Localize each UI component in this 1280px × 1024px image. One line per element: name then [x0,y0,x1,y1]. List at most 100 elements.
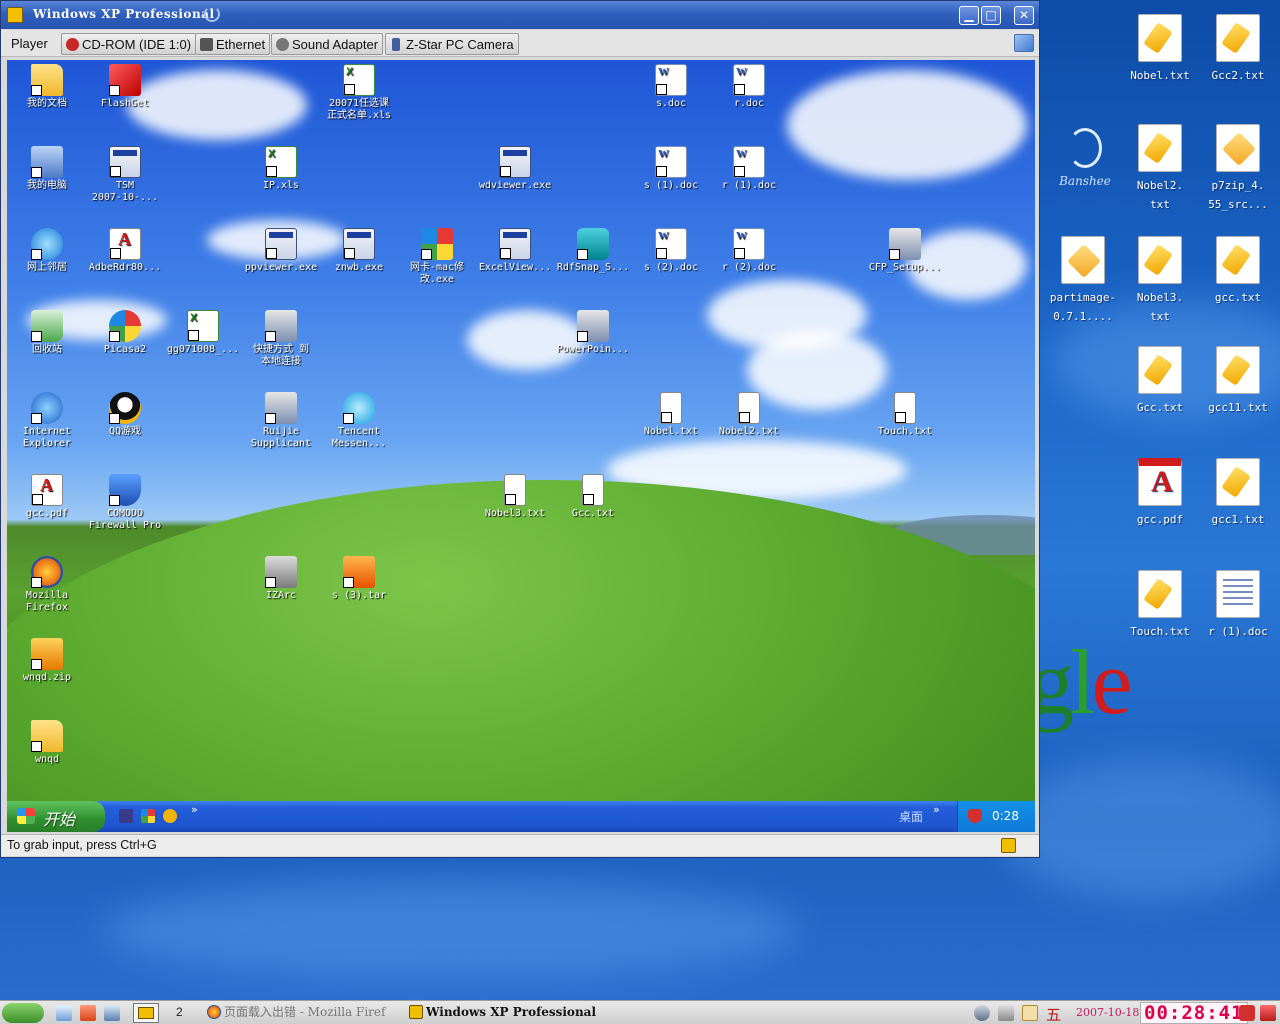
guest-desktop-icon[interactable]: ppviewer.exe [241,228,321,274]
vmware-icon [409,1005,423,1019]
guest-desktop-icon[interactable]: Mozilla Firefox [7,556,87,614]
guest-desktop-icon[interactable]: gcc.pdf [7,474,87,520]
workspace-switcher[interactable] [133,1003,159,1023]
window-titlebar[interactable]: Windows XP Professional ▁ □ ✕ [1,1,1039,29]
guest-screen[interactable]: 我的文档 FlashGet 20071任选课 正式名单.xls s.doc r.doc 我… [7,60,1035,832]
quicklaunch-picasa-icon[interactable] [141,809,155,823]
guest-desktop-icon[interactable]: s.doc [631,64,711,110]
network-launcher-icon[interactable] [104,1005,120,1021]
guest-desktop-icon[interactable]: s (3).tar [319,556,399,602]
guest-desktop-icon[interactable]: wdviewer.exe [475,146,555,192]
guest-desktop-icon[interactable]: 20071任选课 正式名单.xls [319,64,399,122]
device-camera-button[interactable]: Z-Star PC Camera [385,33,519,55]
notification-icon[interactable] [1260,1005,1276,1021]
guest-desktop-icon[interactable]: r.doc [709,64,789,110]
taskbar-button-vmware[interactable]: Windows XP Professional [406,1003,706,1023]
guest-desktop-icon[interactable]: 网卡-mac修 改.exe [397,228,477,286]
guest-desktop-icon-label: TSM 2007-10-... [91,180,159,203]
input-method-indicator[interactable]: 五 [1046,1004,1061,1024]
maximize-button[interactable]: □ [981,6,1001,25]
workspace-number[interactable]: 2 [176,1005,183,1019]
guest-desktop-icon-label: 回收站 [32,344,62,355]
guest-desktop-icon[interactable]: COMODO Firewall Pro [85,474,165,532]
host-desktop-icon[interactable]: partimage- 0.7.1.... [1043,236,1123,326]
guest-desktop-icon[interactable]: Nobel3.txt [475,474,555,520]
menu-player[interactable]: Player [7,33,52,55]
guest-desktop-icon[interactable]: r (1).doc [709,146,789,192]
guest-desktop-icon[interactable]: 网上邻居 [7,228,87,274]
guest-desktop-icon[interactable]: PowerPoin... [553,310,633,356]
guest-desktop-icon[interactable]: ExcelView... [475,228,555,274]
host-desktop-icon[interactable]: Touch.txt [1120,570,1200,641]
main-menu-button[interactable] [2,1003,44,1023]
quicklaunch-more-button[interactable]: » [191,803,198,816]
guest-desktop-icon[interactable]: FlashGet [85,64,165,110]
guest-desktop-icon[interactable]: wnqd [7,720,87,766]
guest-desktop-icon[interactable]: 我的文档 [7,64,87,110]
guest-desktop-icon[interactable]: 我的电脑 [7,146,87,192]
guest-desktop-icon[interactable]: IZArc [241,556,321,602]
mail-launcher-icon[interactable] [56,1005,72,1021]
pc-icon [31,146,63,178]
host-desktop-icon[interactable]: p7zip_4. 55_src... [1198,124,1278,214]
close-button[interactable]: ✕ [1014,6,1034,25]
start-button[interactable]: 开始 [7,801,105,832]
guest-desktop-icon[interactable]: s (2).doc [631,228,711,274]
host-desktop-icon[interactable]: gcc11.txt [1198,346,1278,417]
guest-desktop-icon[interactable]: Ruijie Supplicant [241,392,321,450]
volume-icon[interactable] [974,1005,990,1021]
home-launcher-icon[interactable] [80,1005,96,1021]
keyboard-layout-icon[interactable] [1022,1005,1038,1021]
desktop-toolbar-more-button[interactable]: » [933,803,940,816]
firewall-tray-icon[interactable] [968,809,982,823]
txtpad-file-icon [1216,236,1260,284]
device-ethernet-button[interactable]: Ethernet [195,33,271,55]
desktop-toolbar-label[interactable]: 桌面 [899,808,923,825]
guest-desktop-icon[interactable]: s (1).doc [631,146,711,192]
guest-desktop-icon[interactable]: CFP_Setup... [865,228,945,274]
host-desktop-icon[interactable]: gcc.pdf [1120,458,1200,529]
taskbar-button-firefox[interactable]: 页面载入出错 - Mozilla Firef [204,1003,400,1023]
host-desktop-icon[interactable]: Gcc.txt [1120,346,1200,417]
guest-desktop-icon[interactable]: QQ游戏 [85,392,165,438]
host-desktop-icon[interactable]: gcc.txt [1198,236,1278,307]
xp-clock[interactable]: 0:28 [992,809,1019,823]
guest-desktop-icon[interactable]: RdfSnap_S... [553,228,633,274]
guest-desktop-icon[interactable]: Nobel2.txt [709,392,789,438]
guest-desktop-icon[interactable]: 回收站 [7,310,87,356]
guest-desktop-icon[interactable]: Internet Explorer [7,392,87,450]
quicklaunch-qq-icon[interactable] [163,809,177,823]
guest-desktop-icon[interactable]: Nobel.txt [631,392,711,438]
guest-desktop-icon[interactable]: r (2).doc [709,228,789,274]
guest-desktop-icon[interactable]: gg071008_... [163,310,243,356]
fullscreen-toggle-icon[interactable] [1014,34,1034,52]
host-desktop-icon[interactable]: gcc1.txt [1198,458,1278,529]
guest-desktop-icon[interactable]: Gcc.txt [553,474,633,520]
panel-date[interactable]: 2007-10-18 [1076,1006,1139,1019]
guest-desktop-icon[interactable]: TSM 2007-10-... [85,146,165,204]
guest-desktop-icon[interactable]: Touch.txt [865,392,945,438]
quicklaunch-desktop-icon[interactable] [119,809,133,823]
guest-desktop-icon[interactable]: AdbeRdr80... [85,228,165,274]
guest-desktop-icon[interactable]: Tencent Messen... [319,392,399,450]
host-desktop-icon[interactable]: Gcc2.txt [1198,14,1278,85]
guest-desktop-icon[interactable]: znwb.exe [319,228,399,274]
host-desktop-icon[interactable]: Nobel3. txt [1120,236,1200,326]
guest-desktop-icon[interactable]: Picasa2 [85,310,165,356]
guest-desktop-icon[interactable]: IP.xls [241,146,321,192]
pkg-file-icon [1061,236,1105,284]
guest-desktop-icon[interactable]: wnqd.zip [7,638,87,684]
host-desktop-icon[interactable]: Nobel.txt [1120,14,1200,85]
host-desktop-icon[interactable]: r (1).doc [1198,570,1278,641]
network-status-icon[interactable] [998,1005,1014,1021]
host-desktop-icon[interactable]: Nobel2. txt [1120,124,1200,214]
network-icon [577,310,609,342]
power-icon[interactable] [1239,1005,1255,1021]
exe-icon [343,228,375,260]
panel-clock[interactable]: 00:28:41 [1140,1002,1248,1024]
guest-desktop-icon[interactable]: 快捷方式 到 本地连接 [241,310,321,368]
minimize-button[interactable]: ▁ [959,6,979,25]
device-sound-button[interactable]: Sound Adapter [271,33,384,55]
banshee-launcher[interactable]: Banshee [1050,128,1120,188]
device-cdrom-button[interactable]: CD-ROM (IDE 1:0) [61,33,197,55]
